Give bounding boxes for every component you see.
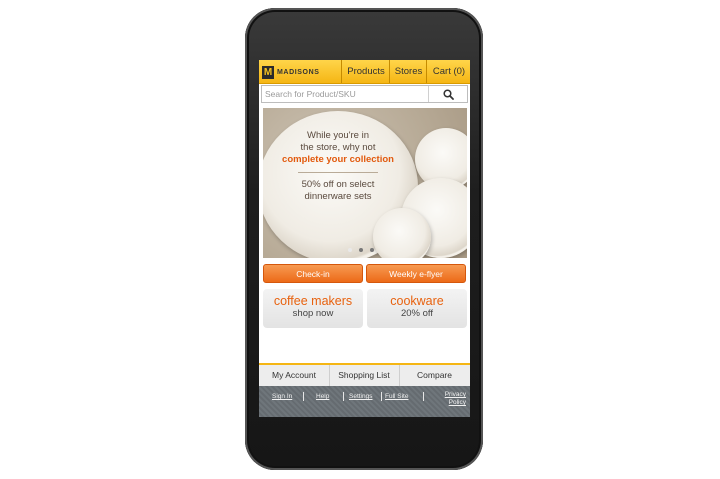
privacy-policy-link[interactable]: Privacy Policy [427, 391, 466, 407]
privacy-link-line-1: Privacy [444, 391, 466, 398]
settings-link[interactable]: Settings [349, 393, 373, 401]
tab-shopping-list[interactable]: Shopping List [329, 365, 400, 386]
link-separator [303, 392, 304, 401]
top-navigation-bar: M MADISONS Products Stores Cart (0) [259, 60, 470, 84]
link-separator [423, 392, 424, 401]
promo-subtitle: shop now [292, 308, 334, 319]
full-site-link[interactable]: Full Site [385, 393, 408, 401]
link-separator [343, 392, 344, 401]
nav-cart[interactable]: Cart (0) [426, 60, 470, 83]
footer-links: Sign In Help Settings Full Site Privacy … [259, 386, 470, 417]
plate-image-bottom [373, 208, 431, 258]
banner-offer-2: dinnerware sets [304, 191, 372, 202]
banner-divider [298, 172, 378, 173]
carousel-dots [348, 248, 374, 252]
promo-subtitle: 20% off [400, 308, 434, 319]
carousel-dot-1[interactable] [348, 248, 352, 252]
banner-highlight: complete your collection [282, 154, 394, 165]
banner-line-2: the store, why not [300, 142, 376, 153]
promo-banner[interactable]: While you're in the store, why not compl… [263, 108, 467, 258]
tab-compare[interactable]: Compare [399, 365, 470, 386]
sign-in-link[interactable]: Sign In [272, 393, 292, 401]
tab-my-account[interactable]: My Account [259, 365, 330, 386]
banner-line-1: While you're in [306, 130, 369, 141]
madisons-logo[interactable]: M MADISONS [262, 64, 320, 80]
checkin-button[interactable]: Check-in [263, 264, 363, 283]
banner-text: While you're in the store, why not compl… [263, 130, 413, 203]
search-button[interactable] [428, 86, 467, 102]
nav-stores[interactable]: Stores [389, 60, 427, 83]
logo-mark: M [262, 65, 274, 79]
carousel-dot-3[interactable] [370, 248, 374, 252]
carousel-dot-2[interactable] [359, 248, 363, 252]
privacy-link-line-2: Policy [448, 399, 466, 406]
footer-tab-bar: My Account Shopping List Compare [259, 363, 470, 386]
search-bar [261, 85, 468, 103]
promo-coffee-makers[interactable]: coffee makers shop now [263, 289, 363, 328]
help-link[interactable]: Help [316, 393, 329, 401]
banner-offer-1: 50% off on select [301, 179, 375, 190]
promo-title: coffee makers [273, 294, 353, 308]
link-separator [381, 392, 382, 401]
weekly-eflyer-button[interactable]: Weekly e-flyer [366, 264, 466, 283]
promo-cookware[interactable]: cookware 20% off [367, 289, 467, 328]
search-input[interactable] [265, 87, 425, 101]
promo-title: cookware [390, 294, 444, 308]
logo-text: MADISONS [277, 68, 320, 76]
search-icon [442, 88, 454, 100]
nav-products[interactable]: Products [341, 60, 390, 83]
phone-screen: M MADISONS Products Stores Cart (0) Whil… [259, 60, 470, 417]
